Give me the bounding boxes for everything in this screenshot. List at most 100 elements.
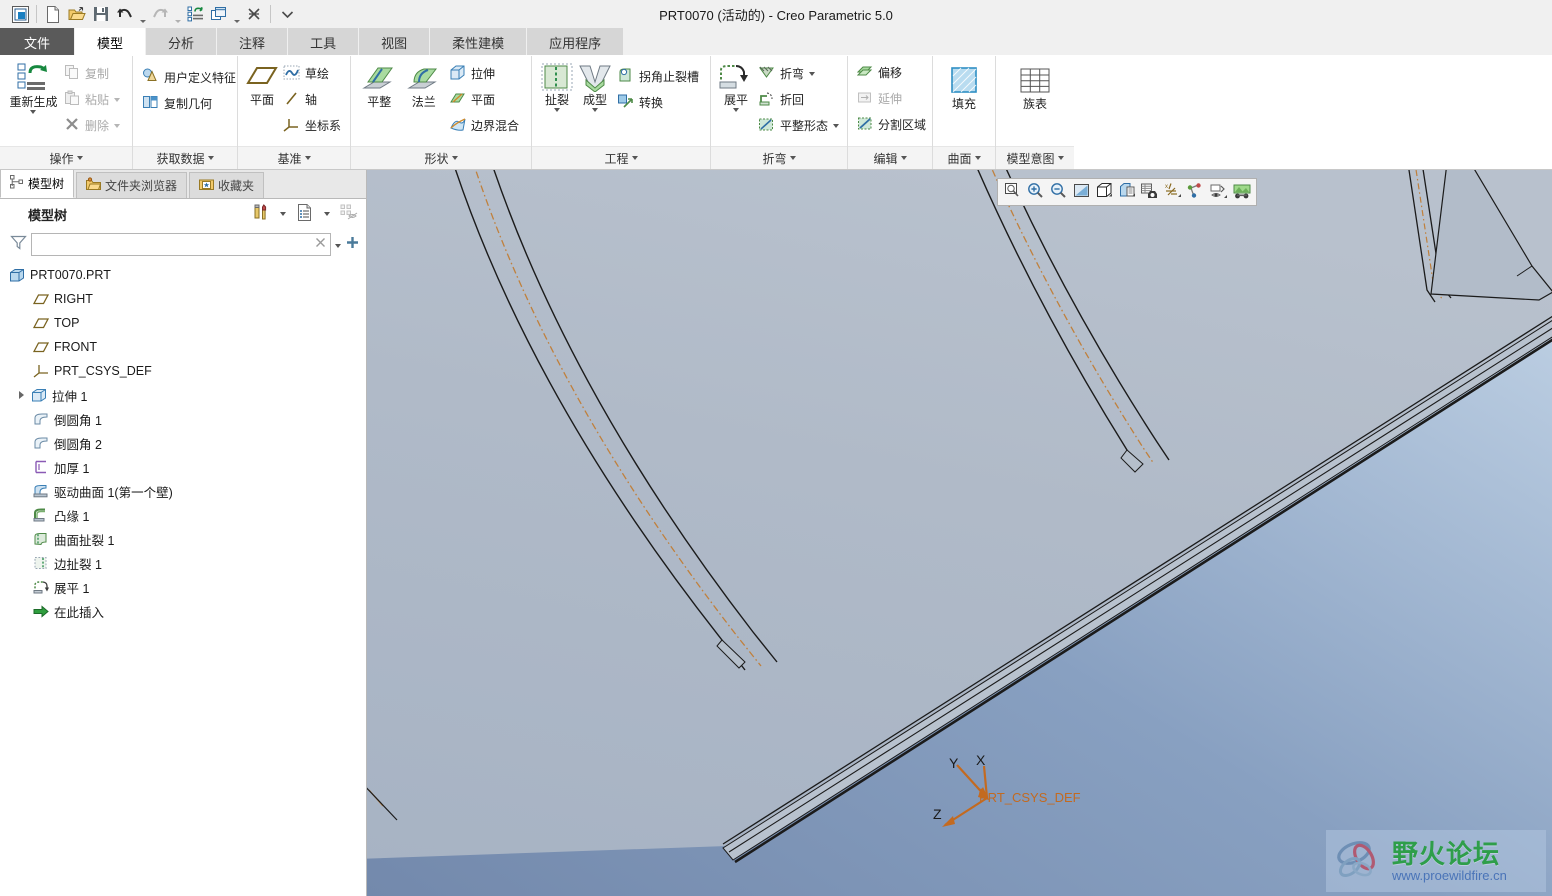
edit-expand-icon[interactable] (900, 156, 907, 160)
ribbon-group-get-data-footer[interactable]: 获取数据 (133, 146, 237, 169)
copy-geometry-button[interactable]: 复制几何 (139, 91, 242, 116)
display-list-dropdown[interactable] (316, 203, 338, 225)
tree-item-edge-rip-1[interactable]: 边扯裂 1 (0, 551, 366, 575)
display-style-button[interactable] (1093, 182, 1115, 203)
customize-qat-button[interactable] (275, 3, 299, 25)
tools-settings-dropdown[interactable] (272, 203, 294, 225)
corner-relief-button[interactable]: 拐角止裂槽 (614, 64, 705, 89)
flange-wall-button[interactable]: 法兰 (401, 60, 445, 111)
expand-triangle-icon[interactable] (14, 391, 28, 399)
tab-applications[interactable]: 应用程序 (527, 28, 625, 56)
model-tree-search-box[interactable] (31, 232, 331, 256)
tab-view[interactable]: 视图 (359, 28, 431, 56)
ribbon-group-datum-footer[interactable]: 基准 (238, 146, 350, 169)
window-button[interactable] (207, 3, 231, 25)
tab-tools[interactable]: 工具 (288, 28, 360, 56)
model-canvas[interactable] (367, 170, 1552, 896)
new-file-button[interactable] (41, 3, 65, 25)
regenerate-dropdown-icon[interactable] (30, 110, 37, 114)
search-dropdown-icon[interactable] (335, 237, 341, 251)
appearance-gallery-button[interactable] (1231, 182, 1253, 203)
tools-settings-button[interactable] (250, 203, 272, 225)
repaint-button[interactable] (1070, 182, 1092, 203)
tree-item-round-1[interactable]: 倒圆角 1 (0, 407, 366, 431)
boundary-blend-button[interactable]: 边界混合 (446, 113, 525, 138)
app-icon[interactable] (8, 3, 32, 25)
display-list-button[interactable] (294, 203, 316, 225)
fill-button[interactable]: 填充 (939, 64, 989, 113)
datum-csys-button[interactable]: 坐标系 (280, 113, 347, 138)
saved-orientations-button[interactable] (1116, 182, 1138, 203)
datum-axis-button[interactable]: 轴 (280, 87, 347, 112)
ribbon-group-surface-footer[interactable]: 曲面 (933, 146, 995, 169)
rip-button[interactable]: 扯裂 (538, 60, 576, 114)
graphics-viewport[interactable]: Y X Y Z PRT_CSYS_DEF (367, 170, 1552, 896)
tree-item-flange-1[interactable]: 凸缘 1 (0, 503, 366, 527)
view-manager-button[interactable] (1139, 182, 1161, 203)
tree-item-round-2[interactable]: 倒圆角 2 (0, 431, 366, 455)
tree-item-prt-csys-def[interactable]: PRT_CSYS_DEF (0, 359, 366, 383)
planar-wall-button[interactable]: 平整 (357, 60, 401, 111)
tree-item-right[interactable]: RIGHT (0, 287, 366, 311)
tree-item-driving-surface-1[interactable]: 驱动曲面 1(第一个壁) (0, 479, 366, 503)
nav-tab-favorites[interactable]: 收藏夹 (189, 172, 265, 198)
unbend-dropdown-icon[interactable] (733, 108, 739, 112)
bend-dropdown-icon[interactable] (809, 71, 816, 76)
plus-icon[interactable] (345, 235, 360, 253)
bend-expand-icon[interactable] (789, 156, 796, 160)
rip-dropdown-icon[interactable] (554, 108, 560, 112)
datum-display-button[interactable]: x (1162, 182, 1184, 203)
form-button[interactable]: 成型 (576, 60, 614, 114)
funnel-icon[interactable] (10, 235, 27, 253)
ribbon-group-engineering-footer[interactable]: 工程 (532, 146, 710, 169)
tab-analysis[interactable]: 分析 (146, 28, 218, 56)
surface-expand-icon[interactable] (974, 156, 981, 160)
ribbon-group-bend-footer[interactable]: 折弯 (711, 146, 847, 169)
get-data-expand-icon[interactable] (207, 156, 214, 160)
udf-button[interactable]: 用户定义特征 (139, 65, 242, 90)
ribbon-group-model-intent-footer[interactable]: 模型意图 (996, 146, 1074, 169)
shape-expand-icon[interactable] (451, 156, 458, 160)
unbend-button[interactable]: 展平 (717, 60, 755, 114)
operations-expand-icon[interactable] (76, 156, 83, 160)
ribbon-group-operations-footer[interactable]: 操作 (0, 146, 132, 169)
tree-item-part[interactable]: PRT0070.PRT (0, 263, 366, 287)
zoom-in-button[interactable] (1024, 182, 1046, 203)
flat-state-button[interactable]: 平整形态 (755, 113, 845, 138)
tab-flexible-modeling[interactable]: 柔性建模 (430, 28, 528, 56)
flat-state-dropdown-icon[interactable] (833, 123, 840, 128)
flat-surface-button[interactable]: 平面 (446, 87, 525, 112)
datum-expand-icon[interactable] (304, 156, 311, 160)
model-intent-expand-icon[interactable] (1057, 156, 1064, 160)
bend-back-button[interactable]: 折回 (755, 87, 845, 112)
model-tree-search-input[interactable] (36, 234, 315, 254)
datum-plane-button[interactable]: 平面 (244, 60, 280, 109)
tree-item-thicken-1[interactable]: 加厚 1 (0, 455, 366, 479)
tree-item-front[interactable]: FRONT (0, 335, 366, 359)
ribbon-group-edit-footer[interactable]: 编辑 (848, 146, 932, 169)
window-dropdown-icon[interactable] (231, 1, 242, 28)
bend-button[interactable]: 折弯 (755, 61, 845, 86)
extrude-button[interactable]: 拉伸 (446, 61, 525, 86)
ribbon-group-shape-footer[interactable]: 形状 (351, 146, 531, 169)
split-area-button[interactable]: 分割区域 (854, 112, 932, 137)
tab-annotate[interactable]: 注释 (217, 28, 289, 56)
undo-button[interactable] (113, 3, 137, 25)
annotation-display-button[interactable] (1185, 182, 1207, 203)
sketch-button[interactable]: 草绘 (280, 61, 347, 86)
tree-item-insert-here[interactable]: 在此插入 (0, 599, 366, 623)
nav-tab-folder-browser[interactable]: 文件夹浏览器 (76, 172, 188, 198)
clear-x-icon[interactable] (315, 237, 326, 251)
save-button[interactable] (89, 3, 113, 25)
offset-button[interactable]: 偏移 (854, 60, 932, 85)
regenerate-button[interactable] (183, 3, 207, 25)
engineering-expand-icon[interactable] (631, 156, 638, 160)
open-file-button[interactable] (65, 3, 89, 25)
conversion-button[interactable]: 转换 (614, 90, 705, 115)
regenerate-ribbon-button[interactable]: 重新生成 (6, 60, 61, 116)
close-button[interactable] (242, 3, 266, 25)
undo-dropdown-icon[interactable] (137, 1, 148, 28)
nav-tab-model-tree[interactable]: 模型树 (0, 169, 75, 198)
form-dropdown-icon[interactable] (592, 108, 598, 112)
tree-item-unbend-1[interactable]: 展平 1 (0, 575, 366, 599)
